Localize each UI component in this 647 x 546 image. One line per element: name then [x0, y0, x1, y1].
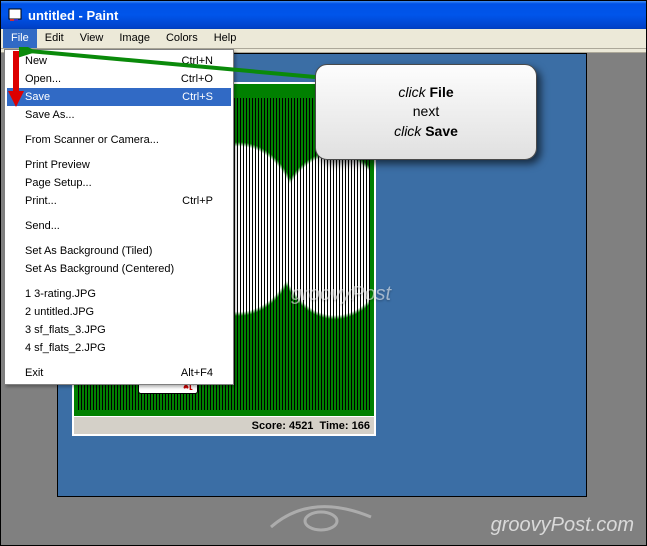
window-title: untitled - Paint: [28, 8, 118, 23]
menu-colors[interactable]: Colors: [158, 29, 206, 48]
decorative-swirl-icon: [261, 497, 381, 537]
menuitem-page-setup[interactable]: Page Setup...: [7, 174, 231, 192]
menu-file[interactable]: File: [3, 29, 37, 48]
menuitem-new[interactable]: NewCtrl+N: [7, 52, 231, 70]
menuitem-bg-tiled[interactable]: Set As Background (Tiled): [7, 242, 231, 260]
menuitem-send[interactable]: Send...: [7, 217, 231, 235]
menu-separator: [9, 152, 229, 153]
window-titlebar: untitled - Paint: [1, 1, 646, 29]
menuitem-print[interactable]: Print...Ctrl+P: [7, 192, 231, 210]
menuitem-recent-3[interactable]: 3 sf_flats_3.JPG: [7, 321, 231, 339]
menuitem-print-preview[interactable]: Print Preview: [7, 156, 231, 174]
menuitem-scanner[interactable]: From Scanner or Camera...: [7, 131, 231, 149]
menuitem-recent-4[interactable]: 4 sf_flats_2.JPG: [7, 339, 231, 357]
menu-separator: [9, 213, 229, 214]
paint-icon: [7, 7, 23, 23]
menuitem-save[interactable]: SaveCtrl+S: [7, 88, 231, 106]
menu-image[interactable]: Image: [111, 29, 158, 48]
solitaire-statusbar: Score: 4521Time: 166: [74, 416, 374, 434]
menuitem-recent-1[interactable]: 1 3-rating.JPG: [7, 285, 231, 303]
footer-brand: groovyPost.com: [491, 514, 634, 537]
menubar: File Edit View Image Colors Help: [1, 29, 646, 49]
menuitem-open[interactable]: Open...Ctrl+O: [7, 70, 231, 88]
menuitem-recent-2[interactable]: 2 untitled.JPG: [7, 303, 231, 321]
menuitem-bg-centered[interactable]: Set As Background (Centered): [7, 260, 231, 278]
menu-separator: [9, 281, 229, 282]
menuitem-exit[interactable]: ExitAlt+F4: [7, 364, 231, 382]
menu-separator: [9, 238, 229, 239]
menu-help[interactable]: Help: [206, 29, 245, 48]
instruction-callout: click File next click Save: [315, 64, 537, 160]
menu-view[interactable]: View: [72, 29, 112, 48]
file-dropdown: NewCtrl+N Open...Ctrl+O SaveCtrl+S Save …: [4, 49, 234, 385]
menu-separator: [9, 127, 229, 128]
menu-separator: [9, 360, 229, 361]
menu-edit[interactable]: Edit: [37, 29, 72, 48]
menuitem-save-as[interactable]: Save As...: [7, 106, 231, 124]
